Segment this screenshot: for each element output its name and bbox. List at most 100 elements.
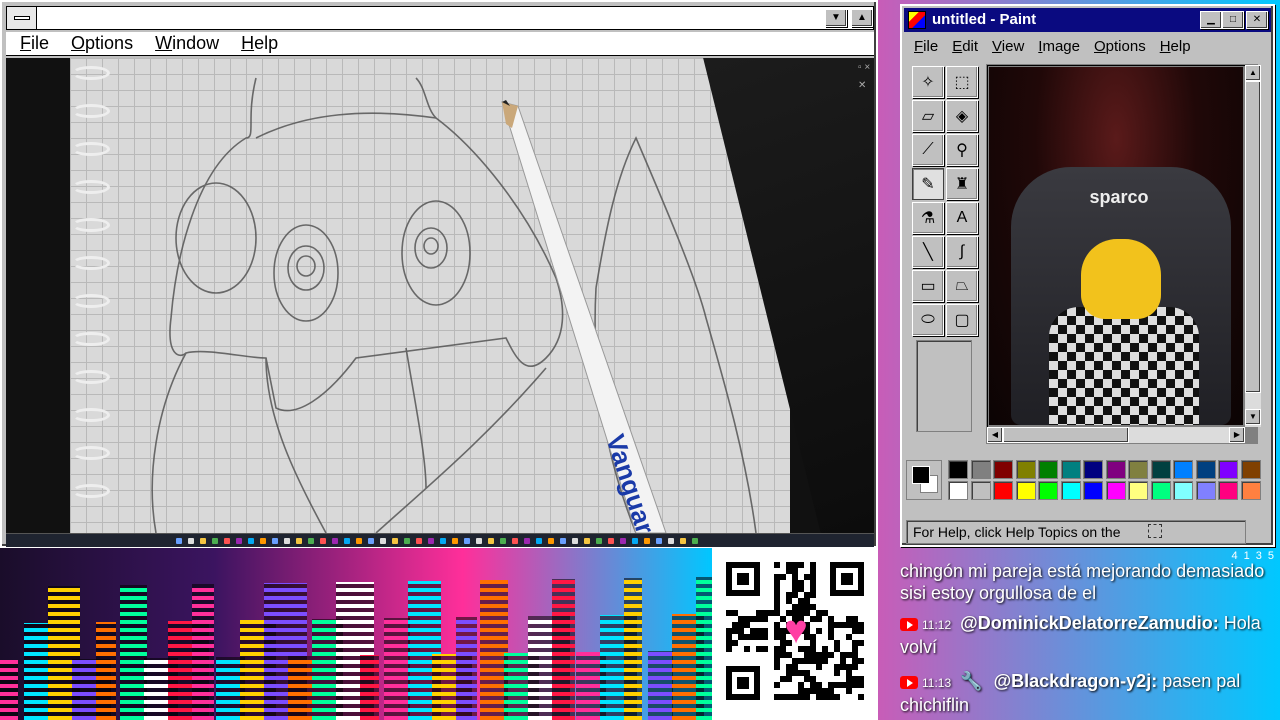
palette-swatch[interactable] [1128, 460, 1148, 479]
scroll-left-button[interactable]: ◀ [987, 427, 1003, 443]
chair-logo-text: sparco [1089, 187, 1149, 207]
chat-message: chingón mi pareja está mejorando demasia… [900, 560, 1276, 604]
ellipse-icon: ⬭ [921, 311, 935, 328]
scroll-down-button[interactable]: ▼ [1245, 409, 1261, 425]
paint-menu-options[interactable]: Options [1092, 38, 1152, 55]
chat-time: 11:13 [922, 676, 952, 690]
palette-swatch[interactable] [948, 481, 968, 500]
palette-swatch[interactable] [1218, 460, 1238, 479]
paint-menu-image[interactable]: Image [1036, 38, 1086, 55]
taskbar-app-icon [320, 538, 326, 544]
rectangle-tool[interactable]: ▭ [912, 270, 944, 302]
canvas-area: sparco ▲ ▼ ◀ ▶ [986, 64, 1261, 444]
menu-window[interactable]: Window [153, 33, 231, 54]
paint-titlebar[interactable]: untitled - Paint ▁ □ ✕ [904, 8, 1271, 32]
polygon-tool[interactable]: ⏢ [946, 270, 978, 302]
tool-options-box[interactable] [916, 340, 972, 432]
palette-swatch[interactable] [948, 460, 968, 479]
palette-swatch[interactable] [993, 481, 1013, 500]
palette-swatch[interactable] [1083, 460, 1103, 479]
paint-menu-edit[interactable]: Edit [950, 38, 984, 55]
taskbar-app-icon [380, 538, 386, 544]
scroll-right-button[interactable]: ▶ [1229, 427, 1245, 443]
rect-select-tool[interactable]: ⬚ [946, 66, 978, 98]
text-tool[interactable]: A [946, 202, 978, 234]
palette-swatch[interactable] [1060, 460, 1081, 479]
palette-swatch[interactable] [1038, 460, 1058, 479]
scroll-up-button[interactable]: ▲ [1245, 65, 1261, 81]
camera-window: ▼ ▲ File Options Window Help Vanguard ▫ … [0, 0, 878, 548]
paint-menu-help[interactable]: Help [1158, 38, 1197, 55]
fill-icon: ◈ [955, 108, 969, 125]
palette-swatch[interactable] [993, 460, 1013, 479]
palette-swatch[interactable] [1083, 481, 1103, 500]
taskbar-app-icon [416, 538, 422, 544]
airbrush-tool[interactable]: ⚗ [912, 202, 944, 234]
paint-menu-view[interactable]: View [990, 38, 1030, 55]
system-menu-box[interactable] [7, 7, 37, 29]
pixel-building [384, 618, 410, 720]
paint-menu-file[interactable]: File [912, 38, 944, 55]
captured-taskbar-strip [6, 533, 874, 547]
vertical-scroll-thumb[interactable] [1245, 81, 1261, 393]
palette-swatch[interactable] [1015, 481, 1036, 500]
paint-minimize-button[interactable]: ▁ [1200, 11, 1222, 29]
palette-swatch[interactable] [1150, 460, 1171, 479]
palette-swatch[interactable] [1128, 481, 1148, 500]
palette-swatch[interactable] [1015, 460, 1036, 479]
pencil-sketch: Vanguard ▫ × ✕ [151, 62, 870, 533]
chat-username[interactable]: @Blackdragon-y2j: [994, 671, 1158, 691]
fill-tool[interactable]: ◈ [946, 100, 978, 132]
taskbar-app-icon [392, 538, 398, 544]
curve-icon: ∫ [959, 243, 965, 260]
pencil-tool[interactable]: ✎ [912, 168, 944, 200]
curve-tool[interactable]: ∫ [946, 236, 978, 268]
horizontal-scroll-thumb[interactable] [1003, 427, 1129, 443]
palette-swatch[interactable] [1195, 481, 1216, 500]
paint-maximize-button[interactable]: □ [1222, 11, 1244, 29]
palette-swatch[interactable] [1195, 460, 1216, 479]
palette-swatch[interactable] [1240, 481, 1261, 500]
camera-window-titlebar[interactable]: ▼ ▲ [6, 6, 874, 30]
palette-swatch[interactable] [1173, 460, 1193, 479]
palette-swatch[interactable] [1105, 460, 1126, 479]
taskbar-app-icon [536, 538, 542, 544]
paint-app-icon[interactable] [908, 11, 926, 29]
current-colors [906, 460, 942, 500]
palette-swatch[interactable] [1105, 481, 1126, 500]
palette-swatch[interactable] [970, 481, 991, 500]
chat-username[interactable]: @DominickDelatorreZamudio: [960, 613, 1219, 633]
taskbar-app-icon [308, 538, 314, 544]
drawing-canvas[interactable]: sparco [989, 67, 1243, 425]
taskbar-app-icon [644, 538, 650, 544]
palette-swatch[interactable] [970, 460, 991, 479]
menu-help[interactable]: Help [239, 33, 290, 54]
palette-swatch[interactable] [1173, 481, 1193, 500]
canvas-vertical-scrollbar[interactable]: ▲ ▼ [1245, 65, 1261, 427]
ellipse-tool[interactable]: ⬭ [912, 304, 944, 336]
brush-tool[interactable]: ♜ [946, 168, 978, 200]
menu-options[interactable]: Options [69, 33, 145, 54]
taskbar-app-icon [356, 538, 362, 544]
palette-swatch[interactable] [1038, 481, 1058, 500]
menu-file[interactable]: File [18, 33, 61, 54]
taskbar-app-icon [272, 538, 278, 544]
rectangle-icon: ▭ [920, 278, 936, 295]
magnifier-tool[interactable]: ⚲ [946, 134, 978, 166]
selection-size-icon [1148, 524, 1162, 538]
paint-close-button[interactable]: ✕ [1246, 11, 1268, 29]
maximize-button[interactable]: ▲ [851, 9, 873, 27]
palette-swatch[interactable] [1240, 460, 1261, 479]
rounded-rect-tool[interactable]: ▢ [946, 304, 978, 336]
picker-tool[interactable]: ⟋ [912, 134, 944, 166]
canvas-horizontal-scrollbar[interactable]: ◀ ▶ [987, 427, 1245, 443]
palette-swatch[interactable] [1150, 481, 1171, 500]
line-tool[interactable]: ╲ [912, 236, 944, 268]
eraser-tool[interactable]: ▱ [912, 100, 944, 132]
svg-text:✕: ✕ [858, 80, 866, 91]
free-select-tool[interactable]: ✧ [912, 66, 944, 98]
minimize-button[interactable]: ▼ [825, 9, 847, 27]
youtube-icon [900, 675, 918, 689]
palette-swatch[interactable] [1218, 481, 1238, 500]
palette-swatch[interactable] [1060, 481, 1081, 500]
